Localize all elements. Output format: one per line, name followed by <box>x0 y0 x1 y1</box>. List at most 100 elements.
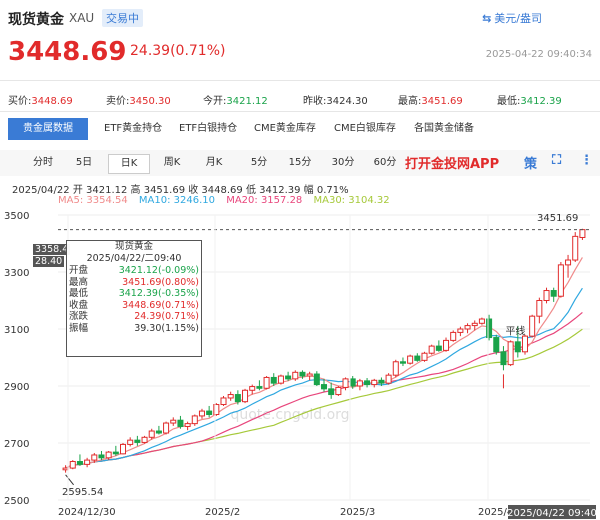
candle-body <box>105 451 112 459</box>
candle-body <box>478 318 485 324</box>
low-marker <box>65 474 74 486</box>
candle-body <box>557 264 564 297</box>
tab-timeshare[interactable]: 分时 <box>28 154 58 172</box>
candle-body <box>421 352 428 361</box>
candle-body <box>450 331 457 341</box>
candle-body <box>98 454 105 459</box>
tooltip-row: 收盘 3448.69(0.71%) <box>69 299 199 311</box>
candle-body <box>220 397 227 406</box>
tooltip-row: 最高 3451.69(0.80%) <box>69 276 199 288</box>
quote-prev-close: 昨收:3424.30 <box>303 96 368 107</box>
candle-body <box>148 430 155 438</box>
candle-body <box>285 375 292 380</box>
x-tick-label: 2025/2 <box>205 507 240 518</box>
tab-weekly-k[interactable]: 周K <box>158 154 186 172</box>
candle-body <box>249 386 256 391</box>
candle-body <box>565 259 572 266</box>
candle-body <box>464 325 471 330</box>
candle-body <box>62 467 69 471</box>
candle-body <box>299 371 306 377</box>
high-label: 3451.69 <box>537 213 578 224</box>
candle-body <box>120 443 127 455</box>
candle-body <box>163 422 170 434</box>
tab-cme-silver[interactable]: CME白银库存 <box>328 118 402 140</box>
tooltip-row: 涨跌 24.39(0.71%) <box>69 311 199 322</box>
tab-5min[interactable]: 5分 <box>246 154 272 172</box>
candle-body <box>471 322 478 327</box>
instrument-symbol: XAU <box>69 11 95 25</box>
ohlc-summary: 2025/04/22 开 3421.12 高 3451.69 收 3448.69… <box>12 185 349 196</box>
tab-30min[interactable]: 30分 <box>328 154 358 172</box>
candle-body <box>242 389 249 403</box>
tab-monthly-k[interactable]: 月K <box>200 154 228 172</box>
crosshair-price-label: 3358.4 <box>33 244 71 255</box>
strategy-icon[interactable]: 策 <box>524 153 537 172</box>
candle-body <box>91 454 98 461</box>
candle-body <box>206 410 213 416</box>
more-icon[interactable]: ⋮ <box>580 153 593 168</box>
tab-60min[interactable]: 60分 <box>370 154 400 172</box>
candle-body <box>191 415 198 425</box>
quote-open: 今开:3421.12 <box>203 96 268 107</box>
candle-body <box>270 376 277 384</box>
candle-body <box>256 386 263 389</box>
tab-5day[interactable]: 5日 <box>70 154 98 172</box>
candle-body <box>385 374 392 384</box>
candle-body <box>177 419 184 427</box>
tab-daily-k[interactable]: 日K <box>108 154 150 174</box>
tab-gold-reserves[interactable]: 各国黄金储备 <box>408 118 480 140</box>
tab-etf-gold[interactable]: ETF黄金持仓 <box>98 118 168 140</box>
tooltip-row: 开盘 3421.12(-0.09%) <box>69 265 199 276</box>
tab-etf-silver[interactable]: ETF白银持仓 <box>173 118 243 140</box>
tab-precious-metals[interactable]: 贵金属数据 <box>8 118 88 140</box>
candle-body <box>392 361 399 376</box>
tab-15min[interactable]: 15分 <box>285 154 315 172</box>
candle-body <box>76 461 83 465</box>
quote-buy: 买价:3448.69 <box>8 96 73 107</box>
tooltip-title: 现货黄金 <box>114 241 153 252</box>
candle-body <box>500 351 507 366</box>
crosshair-change-label: 28.40 <box>33 256 65 267</box>
candle-body <box>364 380 371 386</box>
divider <box>0 80 600 81</box>
candle-body <box>356 380 363 387</box>
price-change: 24.39(0.71%) <box>130 43 226 59</box>
candle-body <box>263 376 270 389</box>
y-tick-label: 3100 <box>4 325 29 336</box>
candle-body <box>349 378 356 387</box>
swap-icon: ⇆ <box>482 12 492 25</box>
candle-body <box>507 341 514 366</box>
candle-body <box>112 451 119 455</box>
tooltip-date: 2025/04/22/二09:40 <box>86 253 182 264</box>
fullscreen-icon[interactable]: ⛶ <box>552 153 561 168</box>
candle-body <box>443 339 450 351</box>
x-tick-label: 2024/12/30 <box>58 507 116 518</box>
candle-body <box>127 439 134 445</box>
y-tick-label: 2700 <box>4 439 29 450</box>
open-app-link[interactable]: 打开金投网APP <box>405 153 499 172</box>
candle-body <box>435 345 442 351</box>
current-time-label: 2025/04/22 09:40 <box>507 508 597 519</box>
candle-body <box>155 430 162 434</box>
y-tick-label: 2900 <box>4 382 29 393</box>
candle-body <box>536 300 543 317</box>
candle-body <box>550 290 557 297</box>
candle-body <box>514 341 521 353</box>
candle-body <box>313 373 320 386</box>
candle-body <box>543 290 550 302</box>
candle-body <box>371 379 378 386</box>
annotation-label: 平线 <box>505 325 525 338</box>
watermark-text: quote.cngold.org <box>230 407 349 423</box>
candle-body <box>486 318 493 339</box>
tab-cme-gold[interactable]: CME黄金库存 <box>248 118 322 140</box>
candle-tooltip: 现货黄金 2025/04/22/二09:40 开盘 3421.12(-0.09%)… <box>66 240 202 357</box>
candle-body <box>335 386 342 396</box>
candle-body <box>407 355 414 364</box>
candle-body <box>277 375 284 384</box>
tooltip-row: 最低 3412.39(-0.35%) <box>69 288 199 299</box>
x-tick-label: 2025/3 <box>340 507 375 518</box>
candle-body <box>84 459 91 465</box>
currency-switch[interactable]: ⇆ 美元/盎司 <box>482 10 542 26</box>
candle-body <box>328 388 335 396</box>
candle-body <box>69 461 76 469</box>
